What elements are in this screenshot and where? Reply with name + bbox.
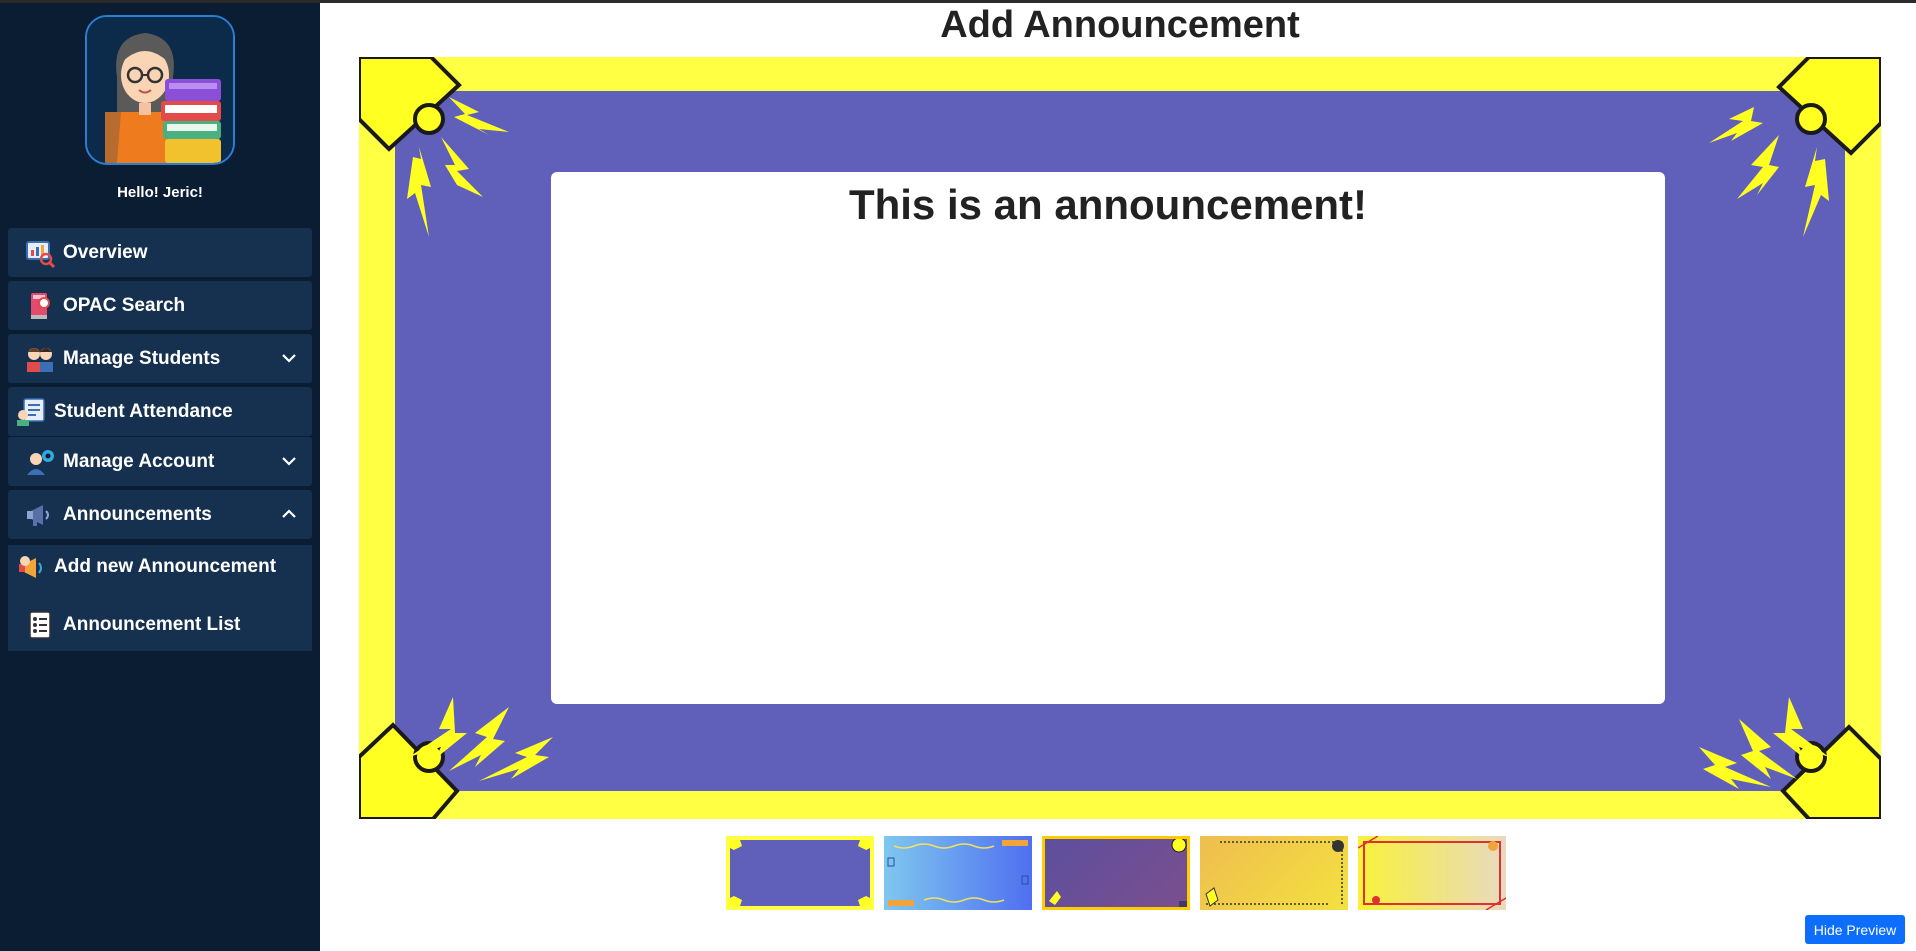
sidebar-item-add-new-announcement[interactable]: Add new Announcement <box>8 545 312 589</box>
overview-icon <box>25 238 55 268</box>
sidebar-item-label: Overview <box>63 241 148 263</box>
chevron-down-icon <box>282 354 296 363</box>
account-icon <box>25 447 55 477</box>
sidebar-item-announcements[interactable]: Announcements <box>8 490 312 539</box>
hide-preview-button[interactable]: Hide Preview <box>1805 915 1905 944</box>
template-thumbnail-5[interactable] <box>1358 836 1506 910</box>
template-thumbnail-4[interactable] <box>1200 836 1348 910</box>
template-thumbnail-2[interactable] <box>884 836 1032 910</box>
sidebar-item-overview[interactable]: Overview <box>8 228 312 277</box>
sidebar-item-student-attendance[interactable]: Student Attendance <box>8 387 312 436</box>
sidebar-item-label: OPAC Search <box>63 294 186 316</box>
greeting-text: Hello! Jeric! <box>117 184 203 201</box>
sidebar-item-label: Manage Students <box>63 347 221 369</box>
sidebar-item-label: Manage Account <box>63 450 215 472</box>
students-icon <box>25 344 55 374</box>
sidebar-item-label: Announcements <box>63 503 212 525</box>
sidebar-item-opac-search[interactable]: OPAC Search <box>8 281 312 330</box>
sidebar-subitem-label: Announcement List <box>63 614 241 635</box>
book-search-icon <box>25 291 55 321</box>
attendance-icon <box>16 397 46 427</box>
announcement-card[interactable]: This is an announcement! <box>551 172 1665 704</box>
add-announcement-icon <box>16 552 46 582</box>
announcements-submenu: Add new Announcement Announcement List <box>8 545 312 651</box>
announcement-text[interactable]: This is an announcement! <box>551 181 1665 229</box>
template-thumbnail-1[interactable] <box>726 836 874 910</box>
chevron-down-icon <box>282 457 296 466</box>
page-title: Add Announcement <box>940 4 1300 46</box>
sidebar-subitem-label: Add new Announcement <box>54 556 277 577</box>
sidebar-item-announcement-list[interactable]: Announcement List <box>8 603 312 647</box>
list-icon <box>25 610 55 640</box>
sidebar-item-manage-account[interactable]: Manage Account <box>8 437 312 486</box>
sidebar: Hello! Jeric! Overview OPAC Search Manag… <box>0 3 320 951</box>
sidebar-item-manage-students[interactable]: Manage Students <box>8 334 312 383</box>
chevron-up-icon <box>282 509 296 518</box>
template-thumbnail-3[interactable] <box>1042 836 1190 910</box>
sidebar-item-label: Student Attendance <box>54 400 233 422</box>
avatar <box>85 15 235 165</box>
megaphone-icon <box>25 500 55 530</box>
